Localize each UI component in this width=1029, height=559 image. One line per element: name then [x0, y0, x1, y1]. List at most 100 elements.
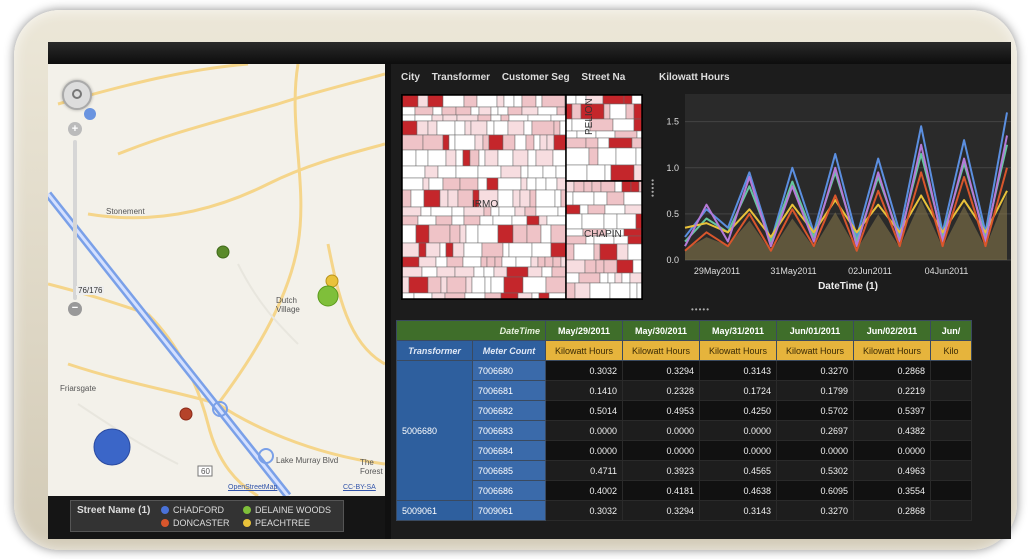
treemap-cell[interactable]: [449, 224, 461, 244]
treemap-cell[interactable]: [503, 276, 524, 294]
treemap-cell[interactable]: [417, 94, 429, 108]
treemap-cell[interactable]: [500, 114, 510, 122]
treemap-cell[interactable]: [623, 228, 643, 237]
treemap-cell[interactable]: [612, 118, 635, 132]
treemap-cell[interactable]: [551, 266, 567, 278]
treemap-cell[interactable]: [428, 177, 444, 191]
treemap-cell[interactable]: [541, 266, 553, 278]
treemap-cell[interactable]: [448, 134, 456, 151]
treemap-cell[interactable]: [556, 106, 566, 116]
treemap-cell[interactable]: [507, 120, 525, 136]
treemap-cell[interactable]: [497, 189, 514, 208]
treemap-cell[interactable]: [531, 120, 555, 136]
treemap-cell[interactable]: [526, 215, 540, 226]
hierarchy-level-customer-seg[interactable]: Customer Seg: [502, 72, 570, 83]
treemap-cell[interactable]: [573, 243, 595, 261]
treemap-cell[interactable]: [565, 147, 590, 166]
treemap-cell[interactable]: [614, 180, 623, 193]
treemap-cell[interactable]: [459, 177, 479, 191]
treemap-cell[interactable]: [420, 206, 432, 217]
treemap-cell[interactable]: [435, 256, 448, 268]
treemap-cell[interactable]: [417, 215, 437, 226]
treemap-cell[interactable]: [497, 177, 522, 191]
treemap-cell[interactable]: [481, 242, 504, 258]
license-link[interactable]: CC-BY-SA: [343, 484, 376, 491]
treemap-cell[interactable]: [422, 134, 444, 151]
treemap-cell[interactable]: [616, 243, 629, 261]
treemap-cell[interactable]: [454, 134, 476, 151]
zoom-slider-track[interactable]: [73, 140, 77, 300]
treemap-cell[interactable]: [401, 276, 410, 294]
treemap-cell[interactable]: [512, 189, 521, 208]
treemap-cell[interactable]: [463, 94, 478, 108]
treemap-cell[interactable]: [439, 189, 449, 208]
treemap-cell[interactable]: [515, 256, 532, 268]
treemap-cell[interactable]: [553, 134, 567, 151]
treemap-cell[interactable]: [442, 114, 458, 122]
zoom-in-icon[interactable]: +: [68, 122, 82, 136]
treemap-cell[interactable]: [574, 282, 591, 300]
treemap-cell[interactable]: [552, 256, 562, 268]
treemap-cell[interactable]: [483, 266, 495, 278]
treemap-cell[interactable]: [526, 177, 537, 191]
treemap-cell[interactable]: [555, 165, 567, 179]
treemap-cell[interactable]: [427, 276, 442, 294]
treemap-cell[interactable]: [457, 189, 474, 208]
treemap-cell[interactable]: [497, 224, 514, 244]
treemap-cell[interactable]: [607, 272, 616, 284]
treemap-cell[interactable]: [629, 272, 643, 284]
treemap-cell[interactable]: [521, 94, 537, 108]
treemap-cell[interactable]: [486, 256, 496, 268]
treemap-cell[interactable]: [597, 137, 610, 149]
treemap-cell[interactable]: [401, 120, 418, 136]
treemap-cell[interactable]: [599, 272, 609, 284]
treemap-cell[interactable]: [482, 134, 490, 151]
table-row[interactable]: 7006685 0.4711 0.3923 0.4565 0.5302 0.4963: [397, 460, 972, 481]
treemap-cell[interactable]: [418, 242, 427, 258]
treemap-cell[interactable]: [621, 180, 632, 193]
treemap-cell[interactable]: [535, 206, 559, 217]
treemap-cell[interactable]: [546, 215, 567, 226]
treemap-cell[interactable]: [520, 177, 528, 191]
treemap-cell[interactable]: [517, 292, 533, 300]
treemap-cell[interactable]: [503, 94, 515, 108]
treemap-cell[interactable]: [513, 94, 523, 108]
treemap-cell[interactable]: [579, 204, 589, 215]
treemap-cell[interactable]: [527, 149, 537, 167]
treemap-cell[interactable]: [538, 215, 548, 226]
treemap-cell[interactable]: [539, 134, 548, 151]
treemap-cell[interactable]: [508, 242, 533, 258]
treemap-cell[interactable]: [465, 276, 473, 294]
treemap-cell[interactable]: [455, 149, 464, 167]
treemap-cell[interactable]: [508, 114, 529, 122]
treemap-cell[interactable]: [610, 164, 635, 182]
treemap-cell[interactable]: [432, 106, 443, 116]
treemap-cell[interactable]: [484, 292, 502, 300]
treemap-cell[interactable]: [550, 224, 567, 244]
treemap-cell[interactable]: [506, 266, 529, 278]
treemap-cell[interactable]: [631, 137, 643, 149]
treemap-cell[interactable]: [533, 134, 541, 151]
treemap-cell[interactable]: [455, 165, 479, 179]
treemap-cell[interactable]: [565, 272, 580, 284]
treemap-chart[interactable]: PELION IRMO CHAPIN: [401, 94, 643, 300]
hierarchy-level-transformer[interactable]: Transformer: [432, 72, 490, 83]
treemap-cell[interactable]: [565, 103, 573, 120]
kilowatt-line-chart[interactable]: 0.0 0.5 1.0 1.5 29May2011 31May2011 02Jun2011 0…: [649, 90, 1011, 300]
treemap-cell[interactable]: [408, 276, 429, 294]
zoom-out-icon[interactable]: −: [68, 302, 82, 316]
treemap-cell[interactable]: [497, 149, 514, 167]
treemap-cell[interactable]: [529, 189, 537, 208]
treemap-cell[interactable]: [451, 206, 465, 217]
map-view[interactable]: Stonement Dutch Village Friarsgate Lake …: [48, 64, 385, 496]
treemap-cell[interactable]: [623, 94, 633, 105]
table-row[interactable]: 7006686 0.4002 0.4181 0.4638 0.6095 0.3554: [397, 480, 972, 501]
treemap-cell[interactable]: [422, 177, 430, 191]
treemap-cell[interactable]: [401, 224, 417, 244]
treemap-cell[interactable]: [462, 256, 482, 268]
table-row[interactable]: 7006683 0.0000 0.0000 0.0000 0.2697 0.4382: [397, 420, 972, 441]
treemap-cell[interactable]: [455, 106, 472, 116]
treemap-cell[interactable]: [445, 149, 457, 167]
treemap-cell[interactable]: [456, 114, 479, 122]
treemap-cell[interactable]: [480, 256, 488, 268]
